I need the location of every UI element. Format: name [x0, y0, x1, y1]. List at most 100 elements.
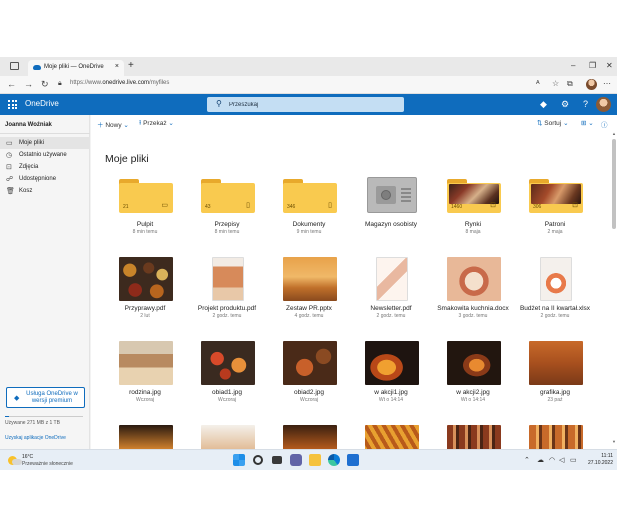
file-item[interactable]: Projekt produktu.pdf 2 godz. temu [187, 257, 267, 335]
scroll-up-arrow-icon[interactable]: ▲ [612, 131, 616, 136]
minimize-button[interactable]: – [571, 61, 575, 70]
clock-icon: ◷ [6, 152, 13, 159]
edge-browser-icon[interactable] [328, 454, 340, 466]
url-prefix: https://www. [70, 80, 103, 86]
scrollbar[interactable] [612, 139, 616, 439]
onedrive-cloud-icon[interactable]: ☁ [537, 456, 544, 464]
sidebar-item-recent[interactable]: ◷ Ostatnio używane [0, 149, 90, 161]
storage-text[interactable]: Używane 271 MB z 1 TB [5, 420, 60, 426]
item-name: Dokumenty [292, 221, 326, 228]
sidebar-item-my-files[interactable]: ▭ Moje pliki [0, 137, 90, 149]
file-item[interactable]: Smakowita kuchnia.docx 3 godz. temu [433, 257, 513, 335]
file-thumbnail [365, 341, 419, 385]
main-content: ＋ Nowy ⌄ ⭱ Przekaż ⌄ ⇅ Sortuj ⌄ ⊞ ⌄ ⓘ Mo… [91, 115, 617, 449]
item-modified: Wczoraj [217, 397, 237, 403]
browser-profile-avatar[interactable] [586, 79, 597, 90]
file-explorer-icon[interactable] [309, 454, 321, 466]
sidebar-item-label: Kosz [19, 188, 33, 194]
file-item[interactable] [105, 425, 185, 449]
clock[interactable]: 11:11 27.10.2022 [583, 453, 613, 467]
battery-icon[interactable]: ▭ [570, 456, 577, 464]
collections-icon[interactable]: ⧉ [567, 79, 573, 89]
folder-item[interactable]: 306 ⊡ Patroni 2 maja [515, 173, 595, 251]
file-item[interactable]: w akcji1.jpg Wt o 14:14 [351, 341, 431, 419]
app-launcher-icon[interactable] [8, 100, 17, 109]
search-icon[interactable] [253, 455, 263, 465]
weather-sun-icon[interactable] [8, 454, 22, 466]
more-options-icon[interactable]: ⋯ [603, 79, 611, 88]
file-item[interactable]: Przyprawy.pdf 2 lut [105, 257, 185, 335]
forward-arrow-icon[interactable]: → [24, 79, 33, 89]
user-avatar[interactable] [596, 97, 611, 112]
help-icon[interactable]: ? [583, 99, 588, 109]
premium-button[interactable]: ◆ Usługa OneDrive w wersji premium [6, 387, 85, 408]
vault-item[interactable]: Magazyn osobisty [351, 173, 431, 251]
sidebar-item-photos[interactable]: ⊡ Zdjęcia [0, 161, 90, 173]
folder-item[interactable]: 21 ▭ Pulpit 8 min temu [105, 173, 185, 251]
file-item[interactable]: grafika.jpg 23 paź [515, 341, 595, 419]
view-options-button[interactable]: ⊞ ⌄ [581, 119, 594, 127]
task-view-icon[interactable] [272, 456, 282, 464]
file-item[interactable] [269, 425, 349, 449]
scroll-down-arrow-icon[interactable]: ▼ [612, 439, 616, 444]
folder-item[interactable]: 1460 ⊡ Rynki 8 maja [433, 173, 513, 251]
back-arrow-icon[interactable]: ← [7, 79, 16, 89]
item-name: Patroni [544, 221, 566, 228]
file-item[interactable]: obiad1.jpg Wczoraj [187, 341, 267, 419]
store-icon[interactable] [347, 454, 359, 466]
sidebar-item-shared[interactable]: ☍ Udostępnione [0, 173, 90, 185]
file-item[interactable]: rodzina.jpg Wczoraj [105, 341, 185, 419]
file-item[interactable]: w akcji2.jpg Wt o 14:14 [433, 341, 513, 419]
item-name: grafika.jpg [540, 389, 570, 396]
item-modified: 2 maja [547, 229, 563, 235]
file-thumbnail [119, 341, 173, 385]
get-apps-link[interactable]: Uzyskaj aplikacje OneDrive [5, 435, 66, 441]
premium-diamond-icon[interactable]: ◆ [540, 99, 547, 110]
search-input[interactable] [229, 100, 399, 109]
wifi-icon[interactable]: ◠ [549, 456, 555, 464]
upload-button[interactable]: ⭱ Przekaż ⌄ [139, 119, 174, 130]
sort-button[interactable]: ⇅ Sortuj ⌄ [537, 119, 569, 127]
scrollbar-thumb[interactable] [612, 139, 616, 229]
read-aloud-icon[interactable]: ᴬ [536, 79, 540, 88]
settings-gear-icon[interactable]: ⚙ [561, 99, 569, 110]
file-item[interactable] [351, 425, 431, 449]
file-thumbnail [529, 341, 583, 385]
chevron-down-icon: ⌄ [123, 122, 129, 129]
folder-item[interactable]: 346 ▯ Dokumenty 9 min temu [269, 173, 349, 251]
new-button[interactable]: ＋ Nowy ⌄ [97, 119, 129, 129]
close-window-button[interactable]: ✕ [606, 61, 613, 70]
url-field[interactable]: https://www.onedrive.live.com/myfiles [70, 80, 169, 86]
search-box[interactable]: ⚲ [207, 97, 404, 112]
url-domain: onedrive.live.com [102, 80, 150, 86]
item-count: 1460 [451, 204, 463, 210]
item-name: Przyprawy.pdf [124, 305, 166, 312]
app-title[interactable]: OneDrive [25, 99, 59, 108]
file-item[interactable]: Zestaw PR.pptx 4 godz. temu [269, 257, 349, 335]
volume-icon[interactable]: ◁ [559, 456, 564, 464]
weather-forecast[interactable]: Przeważnie słonecznie [22, 461, 73, 467]
image-icon: ⊡ [490, 202, 496, 209]
file-item[interactable] [187, 425, 267, 449]
tab-close-icon[interactable]: × [115, 63, 119, 70]
teams-chat-icon[interactable] [290, 454, 302, 466]
weather-temperature[interactable]: 16°C [22, 454, 33, 460]
file-item[interactable] [515, 425, 595, 449]
refresh-icon[interactable]: ↻ [41, 79, 49, 90]
sidebar-item-recycle-bin[interactable]: 🗑︎ Kosz [0, 185, 90, 197]
info-icon[interactable]: ⓘ [601, 119, 608, 129]
start-windows-icon[interactable] [233, 454, 245, 466]
maximize-button[interactable]: ❐ [589, 61, 596, 70]
image-icon: ⊡ [572, 202, 578, 209]
folder-item[interactable]: 43 ▯ Przepisy 8 min temu [187, 173, 267, 251]
tab-actions-icon[interactable] [10, 62, 19, 70]
browser-tab-strip: Moje pliki — OneDrive × + – ❐ ✕ [0, 57, 617, 76]
file-item[interactable]: Newsletter.pdf 2 godz. temu [351, 257, 431, 335]
file-item[interactable]: obiad2.jpg Wczoraj [269, 341, 349, 419]
chevron-up-icon[interactable]: ⌃ [524, 456, 530, 464]
favorite-star-icon[interactable]: ☆ [552, 79, 559, 88]
browser-tab[interactable]: Moje pliki — OneDrive × [28, 60, 124, 76]
new-tab-button[interactable]: + [128, 60, 134, 71]
file-item[interactable]: Budżet na II kwartał.xlsx 2 godz. temu [515, 257, 595, 335]
file-item[interactable] [433, 425, 513, 449]
